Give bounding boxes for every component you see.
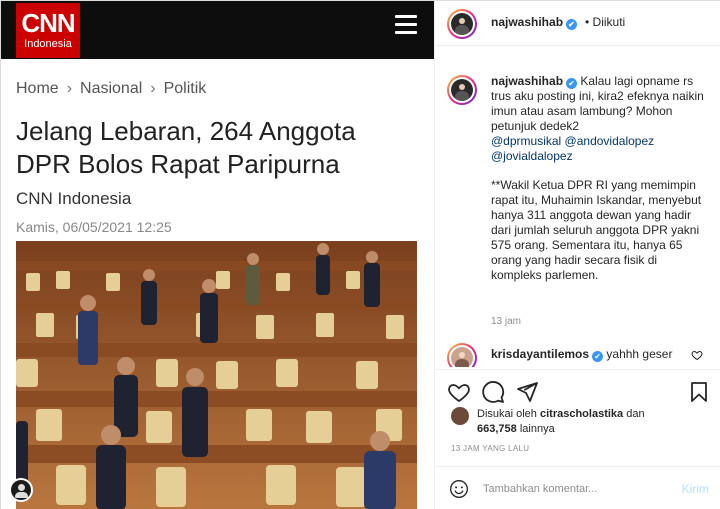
article-date: Kamis, 06/05/2021 12:25	[16, 219, 172, 235]
action-bar	[435, 369, 720, 409]
author-username[interactable]: najwashihab	[491, 15, 563, 29]
caption-username[interactable]: najwashihab	[491, 74, 563, 88]
breadcrumb: Home › Nasional › Politik	[16, 80, 206, 98]
liker-username[interactable]: citrascholastika	[540, 408, 623, 420]
article-headline: Jelang Lebaran, 264 Anggota DPR Bolos Ra…	[16, 116, 356, 179]
parliament-photo	[16, 241, 417, 509]
menu-icon	[395, 15, 417, 35]
author-username-row: najwashihab ✔	[491, 15, 578, 30]
verified-badge-icon: ✔	[592, 351, 604, 362]
breadcrumb-home: Home	[16, 80, 59, 97]
follow-status[interactable]: • Diikuti	[585, 15, 625, 29]
comment-username[interactable]: krisdayantilemos	[491, 347, 589, 361]
post-details-panel: najwashihab ✔ • Diikuti najwashihab ✔ Kala…	[435, 1, 720, 509]
post-caption: najwashihab ✔ Kalau lagi opname rs trus a…	[491, 74, 711, 283]
caption-author-avatar[interactable]	[447, 75, 477, 105]
verified-badge-icon: ✔	[566, 78, 578, 89]
heart-icon[interactable]	[447, 380, 471, 404]
comments-section: najwashihab ✔ Kalau lagi opname rs trus a…	[435, 47, 720, 367]
likes-conjunction: dan	[623, 408, 645, 420]
tagged-user-avatar[interactable]	[9, 478, 33, 502]
commenter-avatar[interactable]	[447, 343, 477, 367]
comment-like-icon[interactable]	[691, 349, 703, 361]
caption-time: 13 jam	[491, 316, 522, 327]
post-timestamp: 13 JAM YANG LALU	[451, 444, 530, 453]
liker-username-start: citraschola	[539, 408, 599, 420]
instagram-post-window: CNN Indonesia Home › Nasional › Politik Jela…	[0, 0, 720, 509]
mention-dprmusikal[interactable]: @dprmusikal	[491, 134, 561, 148]
add-comment-bar: Kirim	[435, 466, 720, 509]
breadcrumb-separator: ›	[66, 80, 73, 97]
cnn-logo-text: CNN	[21, 8, 75, 38]
comment-text: yahhh geser	[606, 347, 673, 361]
cnn-logo-sub: Indonesia	[24, 38, 72, 50]
liker-avatar[interactable]	[451, 407, 469, 425]
likes-text: Disukai oleh citrascholastika dan 663,75…	[477, 407, 645, 437]
author-avatar[interactable]	[447, 9, 477, 39]
bookmark-icon[interactable]	[687, 380, 711, 404]
likes-suffix: lainnya	[516, 423, 555, 435]
post-comment-button[interactable]: Kirim	[682, 482, 709, 496]
breadcrumb-politik: Politik	[163, 80, 207, 97]
share-icon[interactable]	[515, 380, 539, 404]
comment-input[interactable]	[483, 479, 663, 499]
verified-badge-icon: ✔	[566, 19, 578, 30]
mention-jovialdalopez[interactable]: @jovialdalopez	[491, 149, 573, 163]
liker-username-end: stika	[598, 408, 624, 420]
likes-prefix: Disukai oleh	[477, 408, 540, 420]
post-header: najwashihab ✔ • Diikuti	[435, 1, 720, 46]
mention-andovidalopez[interactable]: @andovidalopez	[565, 134, 655, 148]
caption-quote: **Wakil Ketua DPR RI yang memimpin rapat…	[491, 178, 702, 282]
cnn-top-bar: CNN Indonesia	[1, 1, 434, 59]
post-image[interactable]: CNN Indonesia Home › Nasional › Politik Jela…	[1, 1, 435, 509]
cnn-logo: CNN Indonesia	[16, 3, 80, 58]
likes-summary: Disukai oleh citrascholastika dan 663,75…	[451, 405, 711, 439]
comment-item: krisdayantilemos ✔ yahhh geser	[491, 347, 672, 362]
article-source: CNN Indonesia	[16, 189, 132, 208]
emoji-icon[interactable]	[449, 479, 469, 499]
likes-count[interactable]: 663,758	[477, 423, 517, 435]
comment-icon[interactable]	[481, 380, 505, 404]
breadcrumb-separator: ›	[150, 80, 156, 97]
breadcrumb-nasional: Nasional	[80, 80, 143, 97]
